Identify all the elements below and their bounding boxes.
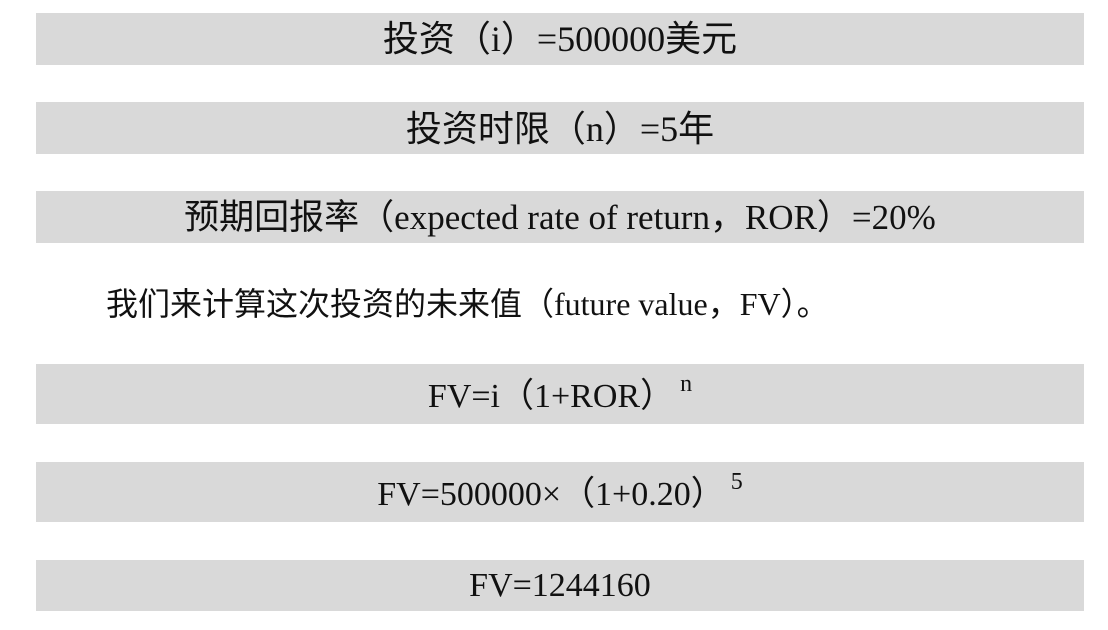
- result-band: FV=1244160: [36, 560, 1084, 611]
- ror-line: 预期回报率（expected rate of return，ROR）=20%: [184, 198, 936, 237]
- substituted-formula-band: FV=500000×（1+0.20） 5: [36, 462, 1084, 522]
- general-formula-exponent: n: [680, 371, 693, 397]
- general-formula: FV=i（1+ROR） n: [36, 371, 1084, 420]
- horizon-band: 投资时限（n）=5年: [36, 102, 1084, 154]
- substituted-formula: FV=500000×（1+0.20） 5: [36, 469, 1084, 518]
- investment-band: 投资（i）=500000美元: [36, 13, 1084, 65]
- intro-text: 我们来计算这次投资的未来值（future value，FV）。: [106, 286, 829, 322]
- general-formula-band: FV=i（1+ROR） n: [36, 364, 1084, 424]
- result-formula: FV=1244160: [469, 567, 651, 604]
- substituted-formula-base: FV=500000×（1+0.20）: [377, 476, 725, 513]
- substituted-formula-exponent: 5: [730, 469, 743, 495]
- general-formula-base: FV=i（1+ROR）: [427, 378, 675, 415]
- investment-line: 投资（i）=500000美元: [382, 19, 738, 59]
- horizon-line: 投资时限（n）=5年: [405, 109, 715, 149]
- ror-band: 预期回报率（expected rate of return，ROR）=20%: [36, 191, 1084, 243]
